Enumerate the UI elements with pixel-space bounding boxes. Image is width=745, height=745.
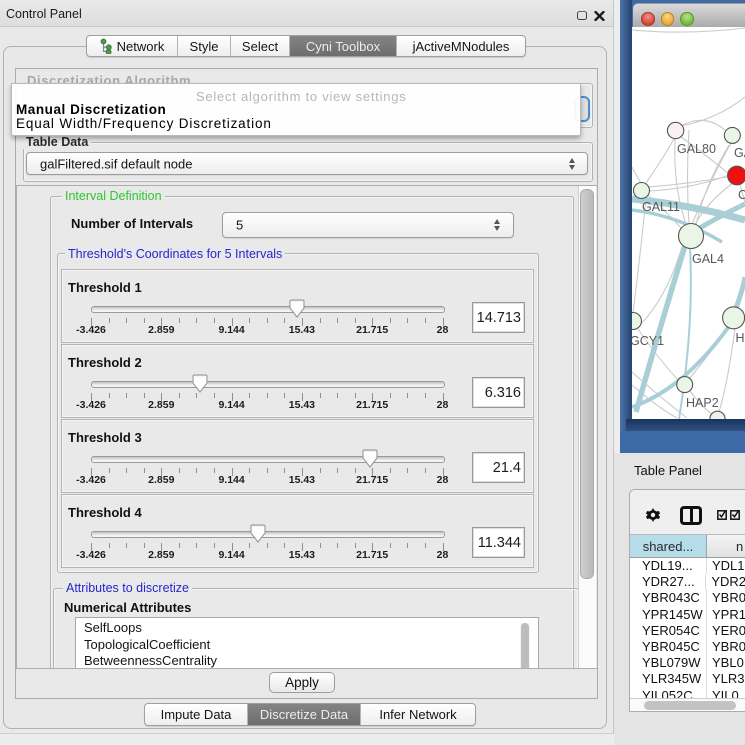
svg-text:H: H [736, 331, 745, 345]
svg-text:C: C [738, 188, 745, 202]
svg-text:GCY1: GCY1 [632, 334, 664, 348]
svg-text:GAL11: GAL11 [642, 200, 680, 214]
svg-text:HAP2: HAP2 [686, 396, 719, 410]
svg-text:GAL4: GAL4 [692, 252, 724, 266]
svg-text:GAL80: GAL80 [677, 142, 716, 156]
svg-text:GA: GA [734, 146, 745, 160]
